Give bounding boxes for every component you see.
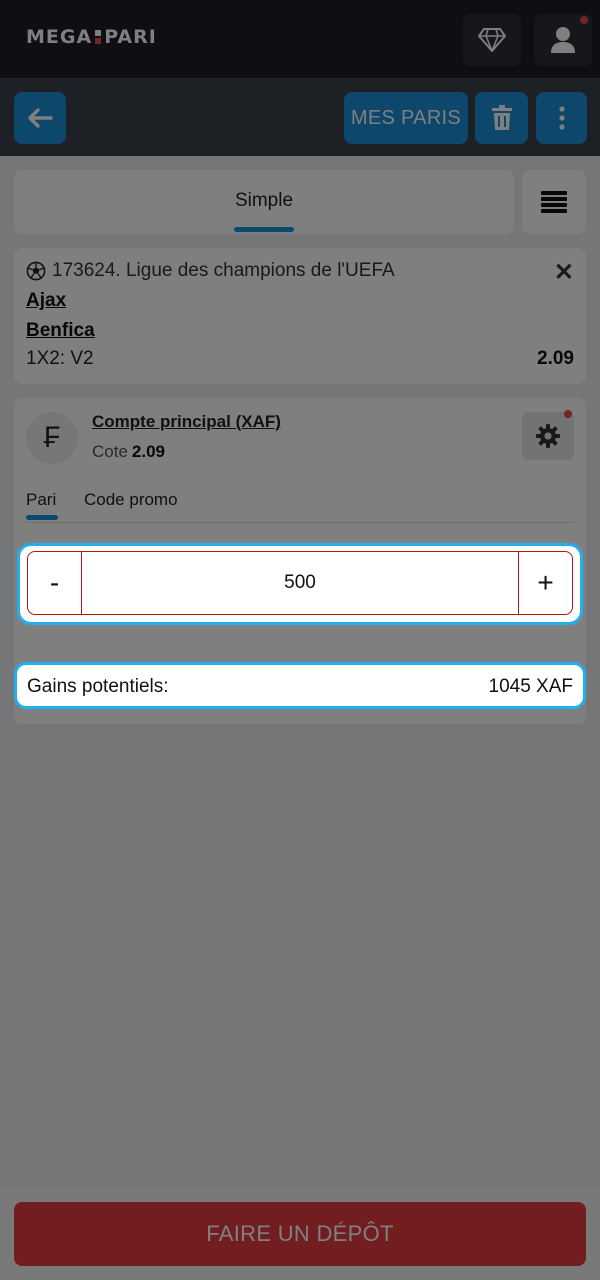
soccer-ball-icon (26, 261, 46, 281)
league-name: 173624. Ligue des champions de l'UEFA (52, 260, 395, 281)
potential-winnings-label: Gains potentiels: (27, 676, 169, 697)
arrow-left-icon (28, 108, 53, 128)
user-icon (551, 27, 575, 53)
bet-type-menu-button[interactable] (522, 170, 586, 234)
more-options-button[interactable] (536, 92, 587, 144)
tab-pari[interactable]: Pari (26, 490, 56, 510)
logo-left-text: MEGA (26, 26, 93, 48)
subtab-divider (26, 522, 574, 523)
total-odds: Cote 2.09 (92, 442, 165, 462)
bet-slip-card: 173624. Ligue des champions de l'UEFA ✕ … (14, 248, 586, 384)
megapari-logo[interactable]: MEGA PARI (26, 26, 157, 48)
bet-market: 1X2: V2 (26, 348, 94, 369)
potential-winnings-value: 1045 XAF (488, 676, 574, 697)
back-button[interactable] (14, 92, 66, 144)
deposit-button[interactable]: FAIRE UN DÉPÔT (14, 1202, 586, 1266)
hamburger-icon (541, 189, 567, 215)
team-home-link[interactable]: Ajax (26, 290, 66, 312)
decrease-stake-button[interactable]: - (28, 552, 82, 614)
team-away-link[interactable]: Benfica (26, 320, 95, 342)
subtab-active-indicator (26, 515, 58, 520)
settings-button[interactable] (522, 410, 574, 460)
cote-value: 2.09 (131, 442, 166, 461)
tab-simple[interactable]: Simple (14, 190, 514, 212)
footer-bar: FAIRE UN DÉPÔT (0, 1188, 600, 1280)
cote-label: Cote (92, 442, 128, 461)
currency-icon: ₣ (26, 412, 78, 464)
gear-icon (536, 424, 560, 448)
vip-button[interactable] (463, 14, 521, 66)
diamond-icon (478, 28, 506, 52)
top-bar: MEGA PARI (0, 0, 600, 78)
tab-active-indicator (234, 227, 294, 232)
delete-button[interactable] (475, 92, 528, 144)
increase-stake-button[interactable]: + (518, 552, 572, 614)
logo-dot (95, 29, 102, 45)
stake-input[interactable]: 500 (82, 552, 518, 614)
tab-promo-code[interactable]: Code promo (84, 490, 178, 510)
my-bets-button[interactable]: MES PARIS (344, 92, 468, 144)
league-row: 173624. Ligue des champions de l'UEFA (26, 260, 395, 282)
logo-right-text: PARI (104, 26, 157, 48)
account-selector-link[interactable]: Compte principal (XAF) (92, 412, 281, 432)
trash-icon (491, 105, 512, 130)
settings-notification-dot (564, 410, 572, 418)
more-vertical-icon (558, 106, 565, 130)
remove-bet-close-icon[interactable]: ✕ (554, 258, 574, 287)
action-bar: MES PARIS (0, 78, 600, 156)
bet-type-tabs: Simple (14, 170, 514, 234)
notification-dot (580, 16, 588, 24)
stake-input-group: - 500 + (27, 551, 573, 615)
bet-odd: 2.09 (537, 348, 574, 369)
profile-button[interactable] (534, 14, 592, 66)
potential-winnings: Gains potentiels: 1045 XAF (14, 662, 586, 709)
stake-stepper: - 500 + (17, 543, 583, 625)
